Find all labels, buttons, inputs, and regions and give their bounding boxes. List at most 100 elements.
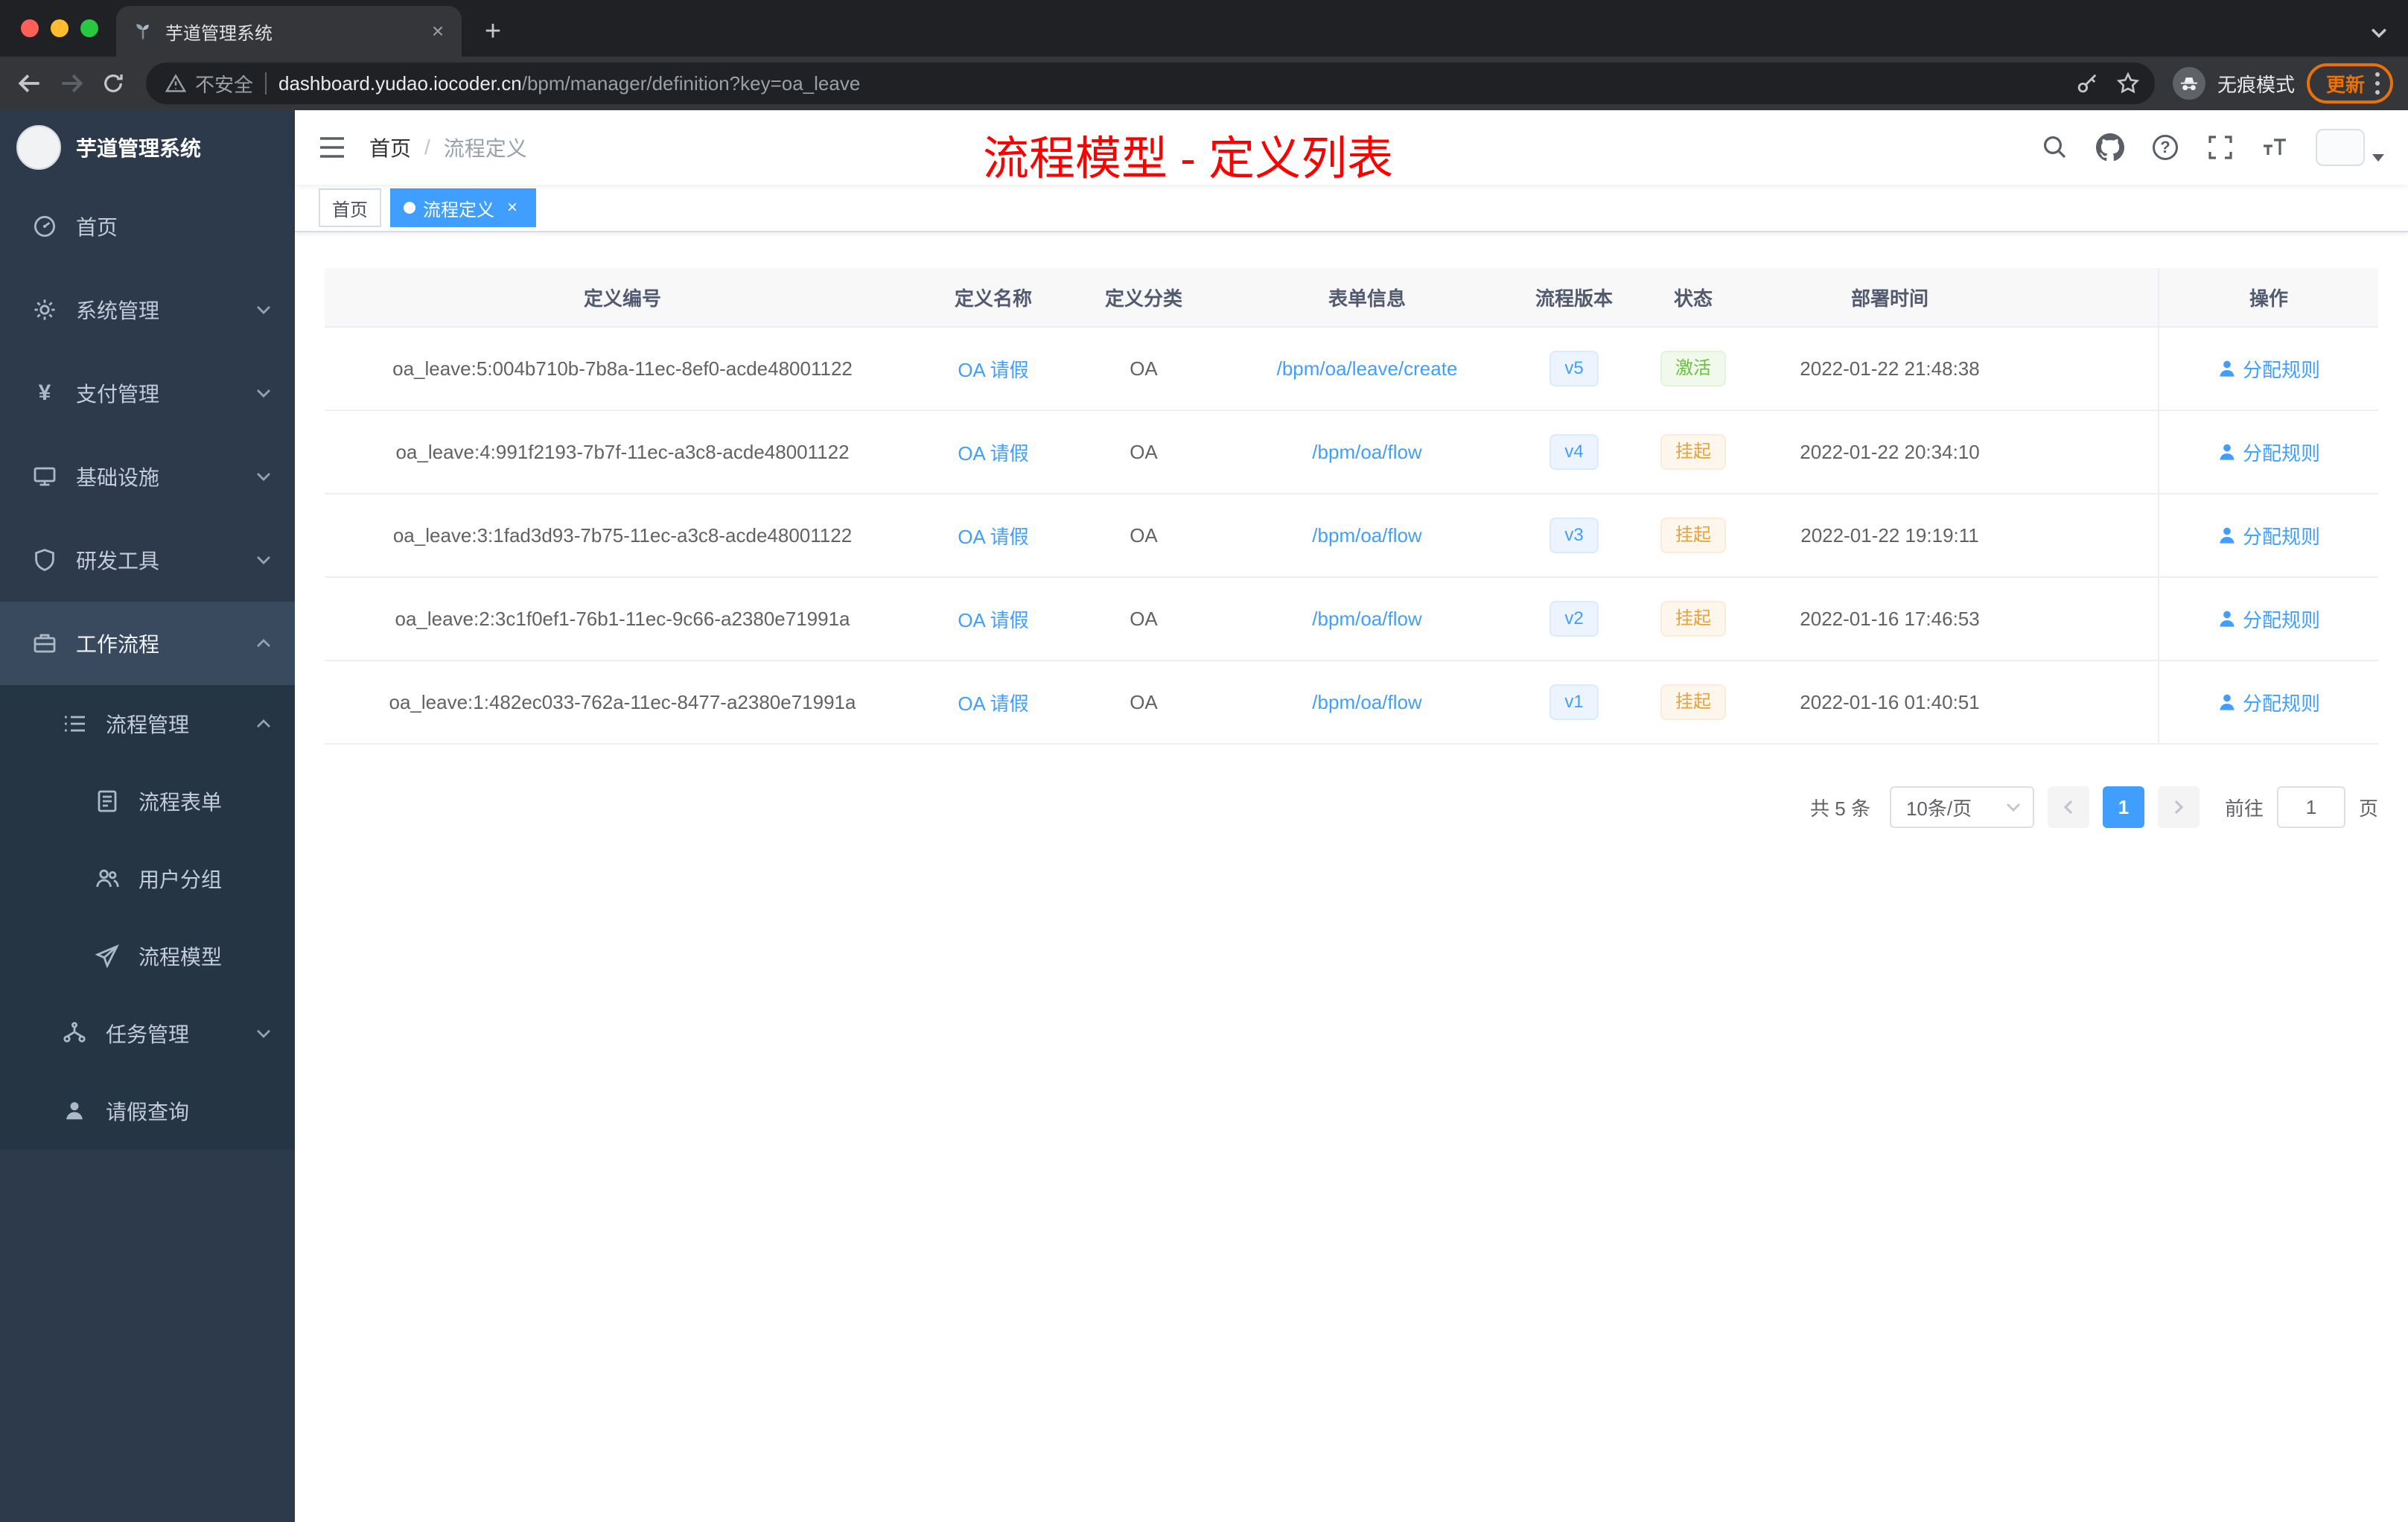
sidebar-item-infrastructure[interactable]: 基础设施 bbox=[0, 435, 295, 518]
cell-form-info: /bpm/oa/flow bbox=[1221, 661, 1513, 743]
cell-actions: 分配规则 bbox=[2158, 328, 2378, 410]
browser-menu-dots-icon[interactable] bbox=[2375, 71, 2380, 97]
version-tag[interactable]: v5 bbox=[1549, 351, 1599, 386]
content-area: 定义编号 定义名称 定义分类 表单信息 流程版本 状态 部署时间 操作 oa_l… bbox=[295, 232, 2408, 1522]
sidebar-item-label: 支付管理 bbox=[76, 383, 160, 406]
browser-update-chip[interactable]: 更新 bbox=[2306, 63, 2393, 104]
sidebar-item-process-management[interactable]: 流程管理 bbox=[0, 685, 295, 762]
sidebar: 芋道管理系统 首页 系统管理 ¥ 支付管理 基础设施 研发工具 工作流程 流程管… bbox=[0, 110, 295, 1522]
user-avatar-menu[interactable] bbox=[2316, 129, 2384, 166]
breadcrumb-separator: / bbox=[424, 136, 430, 159]
cell-definition-id: oa_leave:1:482ec033-762a-11ec-8477-a2380… bbox=[389, 690, 856, 713]
cell-version: v2 bbox=[1513, 578, 1635, 660]
assign-rule-button[interactable]: 分配规则 bbox=[2217, 355, 2320, 383]
next-page-button[interactable] bbox=[2157, 786, 2200, 828]
sidebar-item-home[interactable]: 首页 bbox=[0, 185, 295, 268]
breadcrumb-current: 流程定义 bbox=[443, 137, 527, 160]
sidebar-item-leave-query[interactable]: 请假查询 bbox=[0, 1072, 295, 1150]
cell-definition-name: OA 请假 bbox=[920, 411, 1066, 493]
tag-home[interactable]: 首页 bbox=[319, 188, 381, 227]
back-button[interactable] bbox=[9, 63, 51, 104]
definition-name-link[interactable]: OA 请假 bbox=[958, 355, 1028, 383]
sidebar-item-process-model[interactable]: 流程模型 bbox=[0, 917, 295, 995]
url-path: /bpm/manager/definition?key=oa_leave bbox=[521, 71, 861, 95]
assign-rule-button[interactable]: 分配规则 bbox=[2217, 522, 2320, 550]
cell-status: 挂起 bbox=[1635, 411, 1751, 493]
version-tag[interactable]: v3 bbox=[1549, 518, 1599, 553]
sidebar-item-user-group[interactable]: 用户分组 bbox=[0, 840, 295, 917]
security-indicator[interactable]: 不安全 bbox=[165, 70, 253, 98]
form-link[interactable]: /bpm/oa/flow bbox=[1312, 524, 1421, 547]
sidebar-item-label: 用户分组 bbox=[138, 868, 223, 891]
sidebar-item-process-form[interactable]: 流程表单 bbox=[0, 762, 295, 840]
search-icon[interactable] bbox=[2040, 133, 2070, 162]
breadcrumb: 首页 / 流程定义 bbox=[369, 133, 527, 162]
sidebar-item-payment[interactable]: ¥ 支付管理 bbox=[0, 351, 295, 435]
tag-process-definition[interactable]: 流程定义 × bbox=[390, 188, 536, 227]
sidebar-item-system[interactable]: 系统管理 bbox=[0, 268, 295, 351]
form-link[interactable]: /bpm/oa/leave/create bbox=[1277, 357, 1458, 380]
update-label: 更新 bbox=[2325, 73, 2365, 96]
address-bar[interactable]: 不安全 dashboard.yudao.iocoder.cn/bpm/manag… bbox=[146, 63, 2155, 104]
dashboard-icon bbox=[33, 214, 57, 238]
assign-rule-button[interactable]: 分配规则 bbox=[2217, 605, 2320, 633]
sidebar-item-label: 流程模型 bbox=[138, 946, 223, 969]
definition-name-link[interactable]: OA 请假 bbox=[958, 439, 1028, 466]
form-link[interactable]: /bpm/oa/flow bbox=[1312, 441, 1421, 464]
close-window-button[interactable] bbox=[21, 19, 39, 37]
table-header-row: 定义编号 定义名称 定义分类 表单信息 流程版本 状态 部署时间 操作 bbox=[325, 268, 2378, 328]
password-key-icon[interactable] bbox=[2076, 72, 2098, 95]
sidebar-item-workflow[interactable]: 工作流程 bbox=[0, 602, 295, 685]
assign-rule-button[interactable]: 分配规则 bbox=[2217, 439, 2320, 466]
column-header: 定义分类 bbox=[1104, 287, 1182, 310]
version-tag[interactable]: v2 bbox=[1549, 601, 1599, 637]
version-tag[interactable]: v1 bbox=[1549, 684, 1599, 720]
tab-close-icon[interactable]: × bbox=[426, 19, 450, 43]
browser-tab[interactable]: 芋道管理系统 × bbox=[116, 6, 462, 57]
sidebar-item-task-management[interactable]: 任务管理 bbox=[0, 995, 295, 1072]
maximize-window-button[interactable] bbox=[80, 19, 98, 37]
version-tag[interactable]: v4 bbox=[1549, 434, 1599, 470]
document-icon bbox=[95, 789, 119, 813]
cell-status: 挂起 bbox=[1635, 494, 1751, 576]
breadcrumb-home[interactable]: 首页 bbox=[369, 133, 411, 162]
sidebar-item-devtools[interactable]: 研发工具 bbox=[0, 518, 295, 602]
column-header-spacer bbox=[2028, 268, 2158, 326]
sidebar-toggle-hamburger-icon[interactable] bbox=[319, 136, 345, 159]
tab-search-chevron-icon[interactable] bbox=[2371, 27, 2387, 39]
goto-label: 前往 bbox=[2224, 797, 2264, 820]
sidebar-item-label: 工作流程 bbox=[76, 633, 160, 656]
tag-close-icon[interactable]: × bbox=[502, 197, 523, 218]
page-number-current[interactable]: 1 bbox=[2102, 786, 2144, 828]
help-question-icon[interactable]: ? bbox=[2150, 133, 2180, 162]
bookmark-star-icon[interactable] bbox=[2116, 71, 2140, 95]
form-link[interactable]: /bpm/oa/flow bbox=[1312, 608, 1421, 631]
font-size-icon[interactable] bbox=[2261, 133, 2290, 162]
cell-spacer bbox=[2028, 661, 2158, 743]
github-icon[interactable] bbox=[2095, 133, 2125, 162]
definition-name-link[interactable]: OA 请假 bbox=[958, 605, 1028, 633]
minimize-window-button[interactable] bbox=[51, 19, 69, 37]
form-link[interactable]: /bpm/oa/flow bbox=[1312, 691, 1421, 714]
tag-label: 流程定义 bbox=[423, 200, 494, 220]
definition-name-link[interactable]: OA 请假 bbox=[958, 522, 1028, 550]
workflow-icon bbox=[33, 631, 57, 655]
avatar[interactable] bbox=[2316, 129, 2365, 166]
new-tab-button[interactable]: + bbox=[474, 12, 512, 51]
goto-page-input[interactable] bbox=[2276, 786, 2345, 828]
definition-name-link[interactable]: OA 请假 bbox=[958, 689, 1028, 716]
page-size-select[interactable]: 10条/页 bbox=[1889, 786, 2034, 828]
tag-label: 首页 bbox=[332, 200, 368, 220]
prev-page-button[interactable] bbox=[2047, 786, 2089, 828]
fullscreen-icon[interactable] bbox=[2205, 133, 2235, 162]
reload-button[interactable] bbox=[92, 63, 134, 104]
brand-logo-avatar bbox=[16, 125, 61, 170]
cell-definition-name: OA 请假 bbox=[920, 328, 1066, 410]
status-badge: 挂起 bbox=[1660, 684, 1726, 720]
table-row: oa_leave:3:1fad3d93-7b75-11ec-a3c8-acde4… bbox=[325, 494, 2378, 578]
assign-rule-button[interactable]: 分配规则 bbox=[2217, 689, 2320, 716]
cell-category: OA bbox=[1130, 523, 1158, 547]
caret-down-icon bbox=[2372, 154, 2384, 162]
status-badge: 激活 bbox=[1660, 351, 1726, 386]
table-row: oa_leave:1:482ec033-762a-11ec-8477-a2380… bbox=[325, 661, 2378, 745]
